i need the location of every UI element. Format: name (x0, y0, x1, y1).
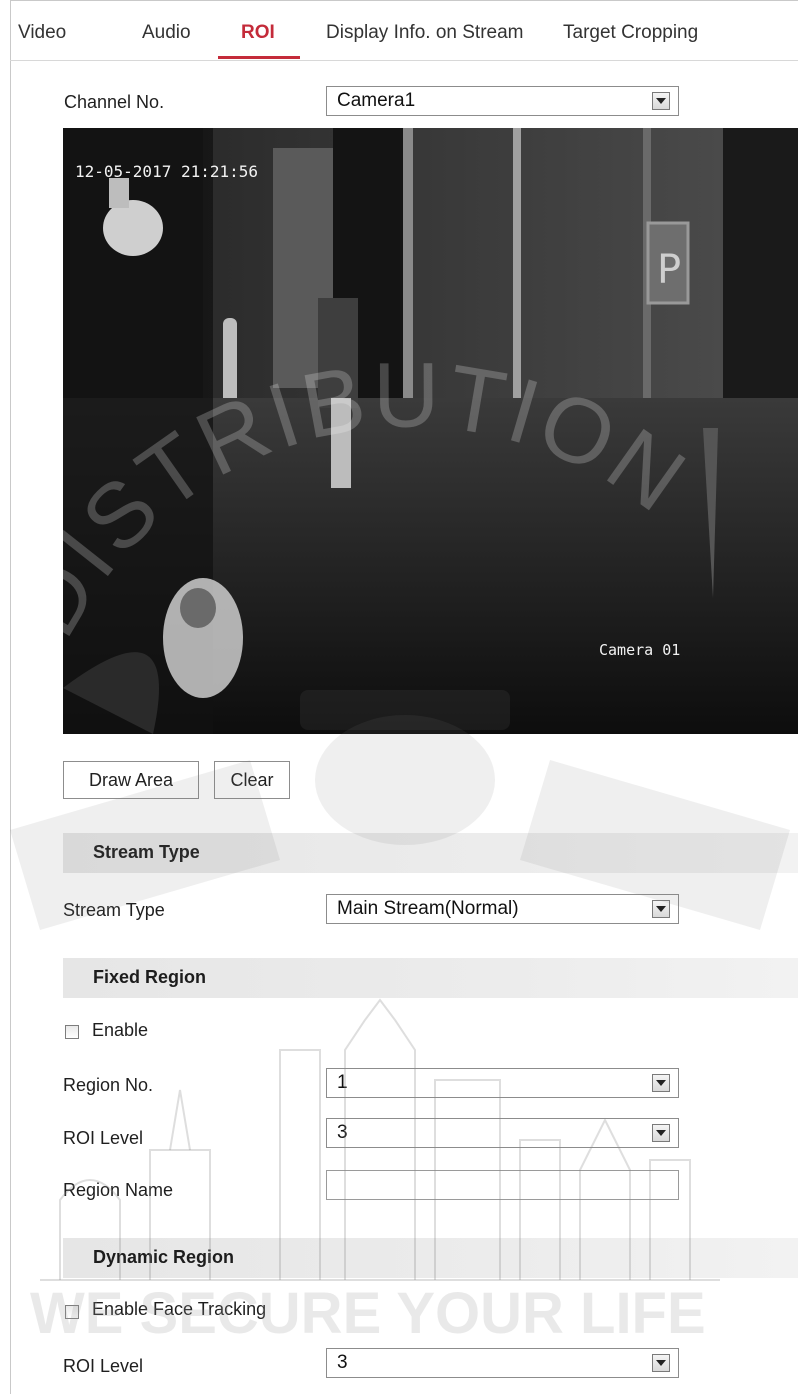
region-name-input[interactable] (326, 1170, 679, 1200)
osd-timestamp: 12-05-2017 21:21:56 (75, 162, 259, 181)
face-tracking-checkbox[interactable] (65, 1305, 79, 1319)
dynamic-region-section-header: Dynamic Region (63, 1238, 798, 1278)
region-no-select-value: 1 (337, 1072, 348, 1093)
active-tab-indicator (218, 56, 300, 59)
chevron-down-icon (652, 92, 670, 110)
chevron-down-icon (652, 1074, 670, 1092)
dynamic-roi-level-select[interactable]: 3 (326, 1348, 679, 1378)
stream-type-section-title: Stream Type (93, 842, 200, 862)
dynamic-roi-level-label: ROI Level (63, 1356, 144, 1376)
fixed-roi-level-label: ROI Level (63, 1128, 144, 1148)
tab-bar: Video Audio ROI Display Info. on Stream … (0, 0, 798, 64)
region-no-select[interactable]: 1 (326, 1068, 679, 1098)
tab-divider (10, 60, 798, 61)
chevron-down-icon (652, 900, 670, 918)
live-video-preview[interactable]: P 12-05-2017 21:21:56 Camera 01 (63, 128, 798, 734)
stream-type-select[interactable]: Main Stream(Normal) (326, 894, 679, 924)
stream-type-label: Stream Type (63, 900, 165, 920)
region-no-label: Region No. (63, 1075, 154, 1095)
fixed-region-section-title: Fixed Region (93, 967, 207, 987)
channel-select[interactable]: Camera1 (326, 86, 679, 116)
tab-audio[interactable]: Audio (142, 22, 191, 44)
dynamic-roi-level-select-value: 3 (337, 1352, 348, 1373)
channel-select-value: Camera1 (337, 90, 416, 111)
fixed-roi-level-select-value: 3 (337, 1122, 348, 1143)
fixed-region-section-header: Fixed Region (63, 958, 798, 998)
face-tracking-label: Enable Face Tracking (92, 1299, 267, 1319)
chevron-down-icon (652, 1124, 670, 1142)
osd-camera-name: Camera 01 (599, 641, 681, 659)
dynamic-region-section-title: Dynamic Region (93, 1247, 235, 1267)
svg-text:P: P (657, 247, 681, 293)
channel-label: Channel No. (64, 92, 165, 112)
tab-display-info[interactable]: Display Info. on Stream (326, 22, 523, 44)
tab-target-cropping[interactable]: Target Cropping (563, 22, 698, 44)
fixed-region-enable-label: Enable (92, 1020, 149, 1040)
region-name-label: Region Name (63, 1180, 174, 1200)
fixed-region-enable-checkbox[interactable] (65, 1025, 79, 1039)
chevron-down-icon (652, 1354, 670, 1372)
stream-type-section-header: Stream Type (63, 833, 798, 873)
video-scene: P (63, 128, 798, 734)
draw-area-button[interactable]: Draw Area (63, 761, 199, 799)
fixed-roi-level-select[interactable]: 3 (326, 1118, 679, 1148)
clear-button[interactable]: Clear (214, 761, 290, 799)
stream-type-select-value: Main Stream(Normal) (337, 898, 519, 919)
tab-video[interactable]: Video (18, 22, 66, 44)
tab-roi[interactable]: ROI (241, 22, 275, 44)
